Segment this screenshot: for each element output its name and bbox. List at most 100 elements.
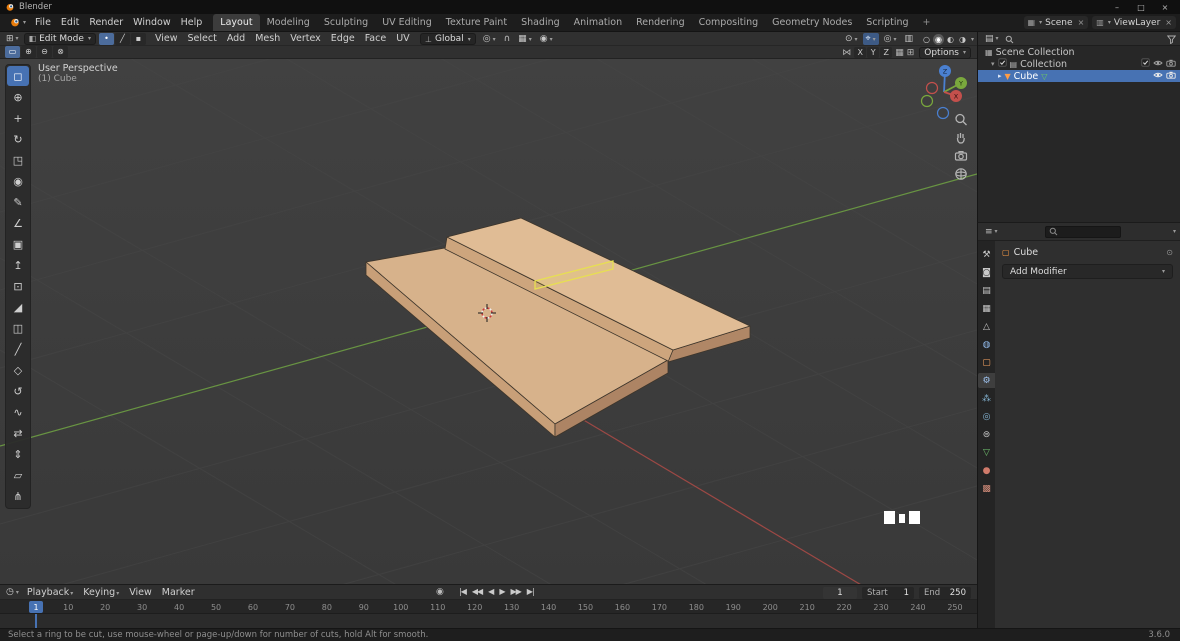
edge-select-button[interactable]: ╱ [115,33,130,45]
toggle-perspective-button[interactable] [952,165,970,182]
gizmo-axis-z-negative[interactable] [938,108,949,119]
tool-edge-slide[interactable]: ⇄ [7,423,29,443]
play-button[interactable]: ▶ [496,587,507,596]
proportional-editing-dropdown[interactable]: ◉▾ [537,34,556,44]
minimize-button[interactable]: – [1107,3,1127,12]
properties-filter-button[interactable]: ▾ [1173,228,1176,235]
mirror-x-toggle[interactable]: X [854,47,866,58]
timeline-menu-playback[interactable]: Playback▾ [22,587,78,598]
mode-dropdown[interactable]: ◧Edit Mode▾ [24,33,96,45]
disable-render-toggle[interactable] [1166,59,1176,70]
play-reverse-button[interactable]: ◀ [485,587,496,596]
next-keyframe-button[interactable]: ▶▶ [507,587,523,596]
face-select-button[interactable]: ▪ [131,33,146,45]
tool-cursor[interactable]: ⊕ [7,87,29,107]
properties-editor-type-button[interactable]: ≡▾ [982,227,1001,237]
timeline-menu-marker[interactable]: Marker [157,587,200,598]
menu-edit[interactable]: Edit [56,17,84,28]
outliner-row-collection[interactable]: ▾ ▤ Collection [978,58,1180,70]
show-gizmo-toggle[interactable]: ⌖▾ [863,33,879,45]
tool-smooth[interactable]: ∿ [7,402,29,422]
workspace-tab-uv-editing[interactable]: UV Editing [375,14,439,31]
tool-shear[interactable]: ▱ [7,465,29,485]
properties-search[interactable] [1045,226,1121,238]
filter-button[interactable] [1167,29,1176,48]
tool-settings-icon[interactable]: ⊞ [907,48,915,58]
tool-poly-build[interactable]: ◇ [7,360,29,380]
rendered-shading-button[interactable]: ◑ [957,34,968,45]
scene-selector[interactable]: ▦▾ Scene × [1024,16,1089,29]
timeline-menu-keying[interactable]: Keying▾ [78,587,124,598]
timeline-menu-view[interactable]: View [124,587,157,598]
menu-file[interactable]: File [30,17,56,28]
material-preview-shading-button[interactable]: ◐ [945,34,956,45]
pan-button[interactable] [952,129,970,146]
jump-to-start-button[interactable]: |◀ [456,587,469,596]
3d-viewport[interactable]: ◻⊕+↻◳◉✎∠▣↥⊡◢◫╱◇↺∿⇄⇕▱⋔ User Perspective (… [0,59,977,584]
properties-tab-tool[interactable]: ⚒ [979,247,995,262]
properties-tab-object-data[interactable]: ▽ [979,445,995,460]
tool-shrink-fatten[interactable]: ⇕ [7,444,29,464]
workspace-tab-geometry-nodes[interactable]: Geometry Nodes [765,14,859,31]
properties-tab-modifiers[interactable]: ⚙ [978,373,995,388]
properties-tab-view-layer[interactable]: ▦ [979,301,995,316]
viewport-menu-mesh[interactable]: Mesh [250,33,285,44]
disable-render-toggle[interactable] [1166,71,1176,82]
mirror-z-toggle[interactable]: Z [880,47,892,58]
properties-tab-world[interactable]: ◍ [979,337,995,352]
tool-scale[interactable]: ◳ [7,150,29,170]
solid-shading-button[interactable]: ◉ [933,34,944,45]
tool-add-cube[interactable]: ▣ [7,234,29,254]
workspace-tab-scripting[interactable]: Scripting [859,14,915,31]
workspace-tab-rendering[interactable]: Rendering [629,14,692,31]
gizmo-axis-x-negative[interactable] [927,83,938,94]
viewport-menu-uv[interactable]: UV [391,33,414,44]
menu-help[interactable]: Help [176,17,208,28]
workspace-tab-texture-paint[interactable]: Texture Paint [439,14,514,31]
tool-spin[interactable]: ↺ [7,381,29,401]
hide-viewport-toggle[interactable] [1153,59,1163,70]
scene-unlink-button[interactable]: × [1078,18,1085,27]
properties-tab-object[interactable]: ▢ [979,355,995,370]
properties-tab-texture[interactable]: ▩ [979,481,995,496]
properties-tab-physics[interactable]: ◎ [979,409,995,424]
mirror-y-toggle[interactable]: Y [867,47,879,58]
workspace-tab-layout[interactable]: Layout [213,14,259,31]
options-dropdown[interactable]: Options▾ [919,47,971,59]
gizmo-axis-y-negative[interactable] [922,96,933,107]
maximize-button[interactable]: □ [1131,3,1151,12]
extend-select-mode-button[interactable]: ⊕ [21,46,36,58]
tool-bevel[interactable]: ◢ [7,297,29,317]
tool-rip-region[interactable]: ⋔ [7,486,29,506]
workspace-tab-compositing[interactable]: Compositing [692,14,766,31]
timeline-tracks[interactable] [0,614,977,628]
hide-viewport-toggle[interactable] [1153,71,1163,82]
viewport-menu-edge[interactable]: Edge [326,33,360,44]
tool-knife[interactable]: ╱ [7,339,29,359]
properties-search-input[interactable] [1061,227,1117,237]
set-select-mode-button[interactable]: ▭ [5,46,20,58]
tool-select-box[interactable]: ◻ [7,66,29,86]
viewlayer-selector[interactable]: ▥▾ ViewLayer × [1092,16,1176,29]
pin-icon[interactable]: ⊙ [1166,248,1173,257]
workspace-tab-animation[interactable]: Animation [567,14,629,31]
frame-end-field[interactable]: End250 [919,587,971,599]
auto-keying-toggle[interactable]: ◉ [436,587,444,597]
tool-inset-faces[interactable]: ⊡ [7,276,29,296]
intersect-select-mode-button[interactable]: ⊗ [53,46,68,58]
jump-to-end-button[interactable]: ▶| [524,587,537,596]
tool-transform[interactable]: ◉ [7,171,29,191]
outliner-row-scene-collection[interactable]: ▦ Scene Collection [978,46,1180,58]
expand-arrow-icon[interactable]: ▸ [998,72,1002,80]
show-overlays-toggle[interactable]: ◎▾ [881,34,900,44]
add-modifier-button[interactable]: Add Modifier ▾ [1002,264,1173,279]
subtract-select-mode-button[interactable]: ⊖ [37,46,52,58]
viewport-menu-vertex[interactable]: Vertex [285,33,326,44]
workspace-tab-sculpting[interactable]: Sculpting [317,14,375,31]
tool-measure[interactable]: ∠ [7,213,29,233]
viewport-menu-add[interactable]: Add [222,33,250,44]
pivot-dropdown[interactable]: ◎▾ [480,34,499,44]
previous-keyframe-button[interactable]: ◀◀ [469,587,485,596]
menu-window[interactable]: Window [128,17,175,28]
playhead[interactable]: 1 [29,601,43,613]
